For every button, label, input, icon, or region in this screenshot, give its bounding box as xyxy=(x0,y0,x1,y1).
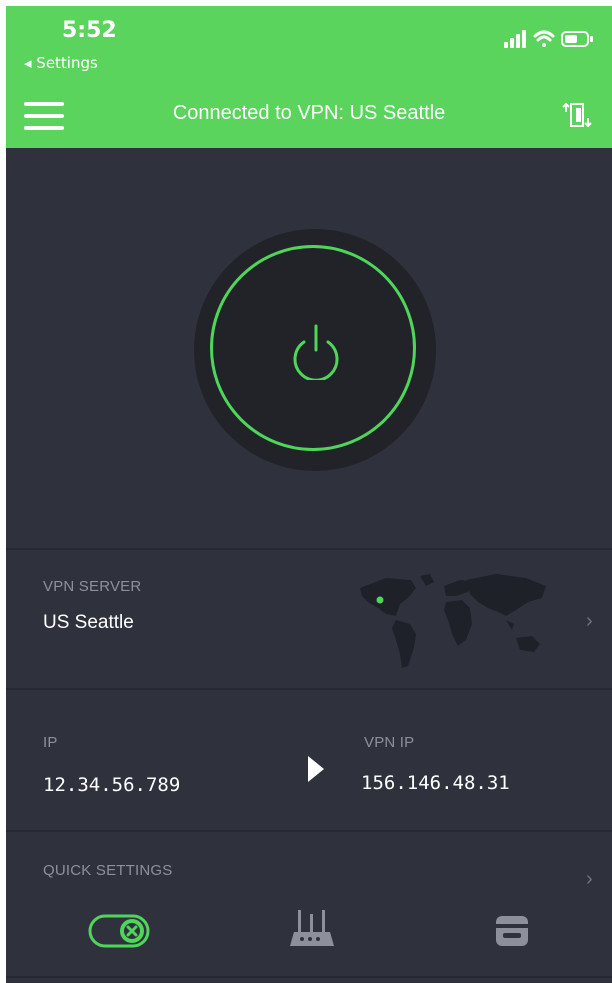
wifi-icon xyxy=(533,30,555,47)
vpn-app: 5:52 ◂ Settings Connected to VPN: US Sea… xyxy=(6,6,612,983)
router-icon[interactable] xyxy=(288,908,336,952)
ip-row: IP 12.34.56.789 VPN IP 156.146.48.31 xyxy=(6,690,612,830)
split-tunnel-icon[interactable] xyxy=(562,100,592,130)
vpn-ip-label: VPN IP xyxy=(364,734,415,751)
vpn-server-name: US Seattle xyxy=(43,612,134,633)
world-map xyxy=(360,574,546,668)
kill-switch-toggle-icon[interactable] xyxy=(88,914,150,948)
quick-settings-label: QUICK SETTINGS xyxy=(43,862,173,879)
chevron-right-icon: › xyxy=(586,610,593,632)
vpn-server-row[interactable]: VPN SERVER US Seattle › xyxy=(6,550,612,688)
divider xyxy=(6,976,612,978)
power-button[interactable] xyxy=(210,245,416,451)
page-title: Connected to VPN: US Seattle xyxy=(172,102,446,124)
power-icon xyxy=(293,324,339,380)
chevron-right-icon: › xyxy=(586,868,593,890)
top-bar: 5:52 ◂ Settings Connected to VPN: US Sea… xyxy=(6,6,612,148)
signal-icon xyxy=(504,30,526,48)
vpn-ip-value: 156.146.48.31 xyxy=(361,772,510,794)
adblock-icon[interactable] xyxy=(494,914,530,948)
status-time: 5:52 xyxy=(62,18,117,43)
battery-icon xyxy=(561,31,593,47)
vpn-server-label: VPN SERVER xyxy=(43,578,142,595)
status-icons xyxy=(504,28,594,52)
ip-label: IP xyxy=(43,734,58,751)
back-to-settings-link[interactable]: ◂ Settings xyxy=(24,54,98,72)
ip-value: 12.34.56.789 xyxy=(43,774,181,796)
play-arrow-icon xyxy=(308,756,324,782)
quick-settings-row: QUICK SETTINGS › xyxy=(6,832,612,977)
